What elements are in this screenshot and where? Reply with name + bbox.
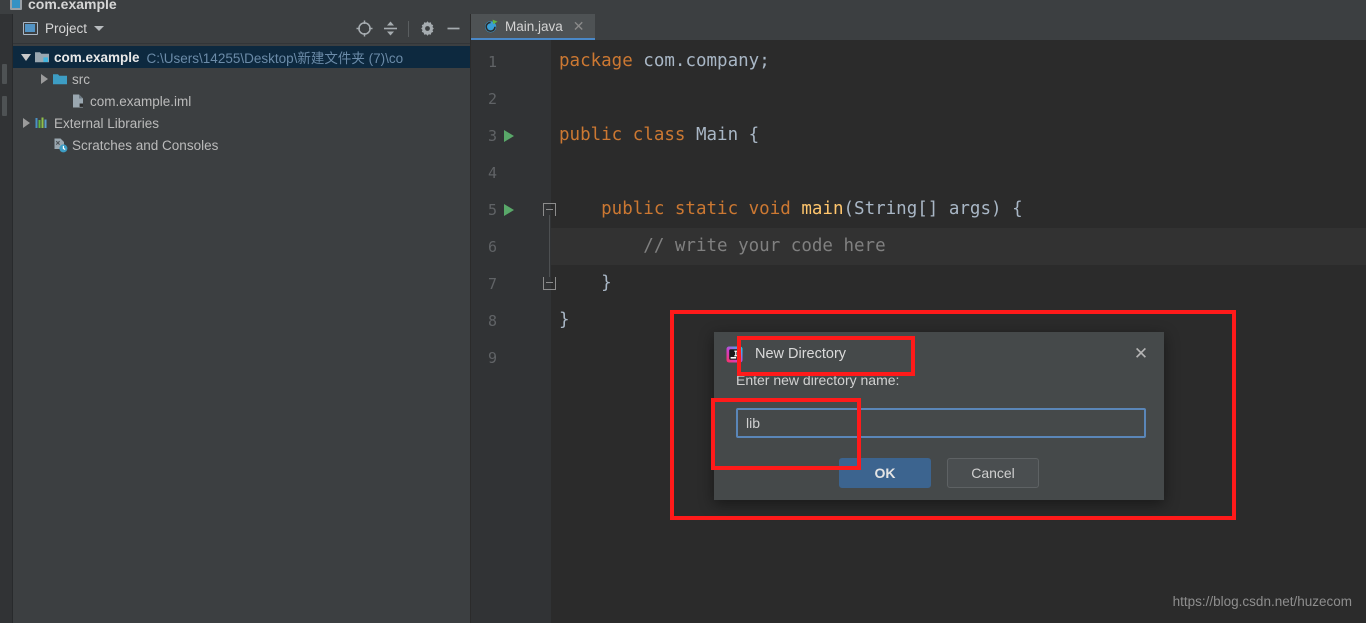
ok-button[interactable]: OK — [839, 458, 931, 488]
tool-strip-button-2[interactable] — [2, 96, 7, 116]
code-token: public class — [559, 125, 686, 145]
tree-row-label: src — [72, 71, 90, 87]
cancel-button[interactable]: Cancel — [947, 458, 1039, 488]
locate-icon[interactable] — [353, 18, 375, 40]
new-directory-dialog[interactable]: New Directory ✕ Enter new directory name… — [714, 332, 1164, 500]
directory-name-input[interactable] — [736, 408, 1146, 438]
dialog-title: New Directory — [755, 346, 847, 362]
code-token: com.company; — [632, 51, 770, 71]
code-token: (String[] args) { — [843, 199, 1023, 219]
watermark: https://blog.csdn.net/huzecom — [1172, 594, 1352, 609]
editor-tab-label: Main.java — [505, 18, 563, 34]
chevron-right-icon[interactable] — [19, 118, 33, 128]
window-titlebar: com.example — [0, 0, 1366, 14]
chevron-right-icon[interactable] — [37, 74, 51, 84]
java-runnable-class-icon — [484, 19, 499, 34]
chevron-down-icon[interactable] — [94, 26, 105, 31]
minimize-icon[interactable] — [442, 18, 464, 40]
tree-row[interactable]: Scratches and Consoles — [13, 134, 470, 156]
module-icon — [10, 0, 22, 10]
collapse-all-icon[interactable] — [379, 18, 401, 40]
window-title: com.example — [28, 0, 117, 12]
project-window-icon — [23, 22, 38, 35]
project-panel-header: Project — [13, 14, 470, 44]
project-tree[interactable]: com.example C:\Users\14255\Desktop\新建文件夹 … — [13, 44, 470, 156]
iml-file-icon — [69, 93, 87, 109]
tree-row-path: C:\Users\14255\Desktop\新建文件夹 (7)\co — [146, 51, 404, 66]
tree-row[interactable]: src — [13, 68, 470, 90]
tree-row-label: com.example.iml — [90, 93, 192, 109]
tree-row[interactable]: com.example C:\Users\14255\Desktop\新建文件夹 … — [13, 46, 470, 68]
project-panel-title: Project — [45, 21, 88, 36]
code-token: main — [801, 199, 844, 219]
toolbar-separator — [408, 20, 409, 37]
tree-row-label: Scratches and Consoles — [72, 137, 219, 153]
tree-row[interactable]: com.example.iml — [13, 90, 470, 112]
intellij-idea-icon — [726, 346, 743, 363]
dialog-button-row: OK Cancel — [714, 458, 1164, 488]
gear-icon[interactable] — [416, 18, 438, 40]
project-panel-toolbar — [353, 18, 464, 40]
code-line: } — [559, 302, 570, 339]
code-token: } — [559, 310, 570, 330]
tool-strip-button-1[interactable] — [2, 64, 7, 84]
code-line: // write your code here — [559, 228, 886, 265]
scratches-icon — [51, 137, 69, 153]
ide-window: com.example Project com.example C:\Users… — [0, 0, 1366, 623]
close-icon[interactable]: ✕ — [573, 18, 585, 35]
module-folder-icon — [33, 49, 51, 65]
editor-tab-main-java[interactable]: Main.java ✕ — [471, 14, 595, 40]
project-tool-window: Project com.example C:\Users\14255\Deskt… — [13, 14, 471, 623]
tree-row-label: com.example — [54, 49, 140, 65]
editor-area: Main.java ✕ 123456789 package com.compan… — [471, 14, 1366, 623]
code-token: package — [559, 51, 633, 71]
dialog-header: New Directory ✕ — [714, 332, 1164, 376]
code-line: public static void main(String[] args) { — [559, 191, 1023, 228]
code-line: package com.company; — [559, 43, 770, 80]
close-icon[interactable]: ✕ — [1132, 345, 1150, 363]
code-line: } — [559, 265, 612, 302]
code-token: Main { — [685, 125, 760, 145]
tool-window-bar[interactable] — [0, 14, 13, 623]
code-line: public class Main { — [559, 117, 759, 154]
libraries-icon — [33, 115, 51, 131]
code-token: public static void — [559, 199, 791, 219]
project-panel-title-group[interactable]: Project — [23, 21, 105, 36]
code-token: // write your code here — [559, 236, 886, 256]
tree-row-label: External Libraries — [54, 115, 160, 131]
source-folder-icon — [51, 71, 69, 87]
editor-tabbar: Main.java ✕ — [471, 14, 1366, 40]
chevron-down-icon[interactable] — [19, 53, 33, 61]
tree-row[interactable]: External Libraries — [13, 112, 470, 134]
code-token: } — [559, 273, 612, 293]
